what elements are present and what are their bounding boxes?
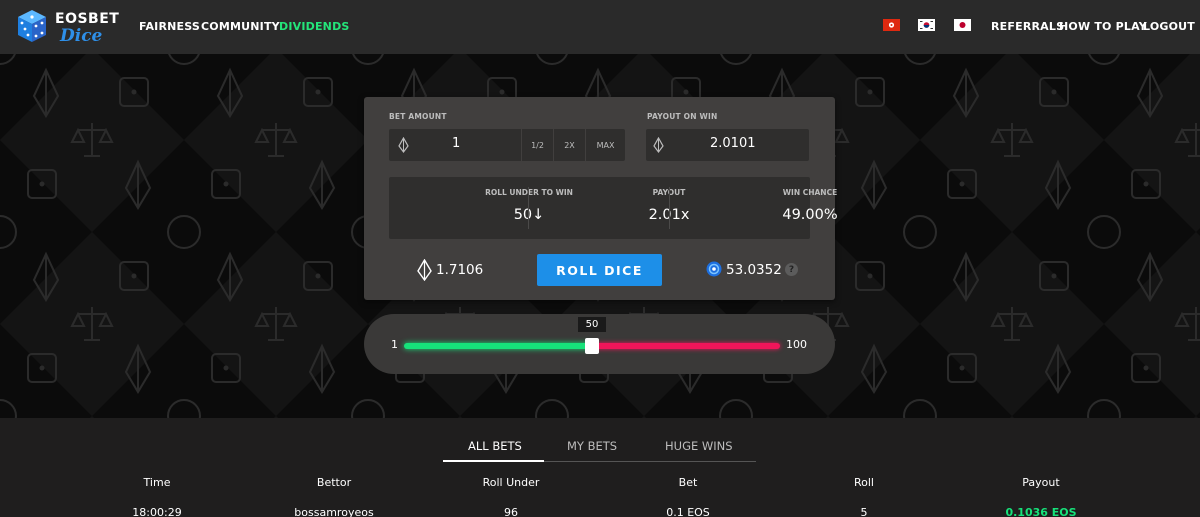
eos-balance: 1.7106 [436,262,484,278]
column-header-bet: Bet [678,476,698,489]
eos-icon [653,137,664,153]
bets-tabs: ALL BETS MY BETS HUGE WINS [443,435,756,462]
roll-under-stat[interactable]: ROLL UNDER TO WIN 50↓ [389,177,573,239]
nav-referrals[interactable]: REFERRALS [991,20,1064,33]
payout-on-win-value: 2.0101 [710,136,756,151]
win-chance-label: WIN CHANCE [782,188,838,197]
slider-min-label: 1 [391,338,398,351]
payout-on-win-label: PAYOUT ON WIN [647,112,718,121]
column-header-bettor: Bettor [316,476,352,489]
cell-bet: 0.1 EOS [666,506,710,517]
column-header-roll: Roll [854,476,874,489]
slider-handle[interactable] [585,338,599,354]
active-tab-indicator [443,460,544,462]
cell-time: 18:00:29 [132,506,182,517]
logo-subtitle: Dice [60,26,103,46]
tab-my-bets[interactable]: MY BETS [567,439,617,453]
tab-all-bets[interactable]: ALL BETS [468,439,522,453]
column-header-roll-under: Roll Under [482,476,540,489]
roll-dice-button[interactable]: ROLL DICE [537,254,662,286]
slider-value-label: 50 [578,317,606,332]
south-korea-flag-icon[interactable] [918,19,935,31]
cell-roll-under: 96 [504,506,518,517]
slider-max-label: 100 [786,338,807,351]
slider-lose-track[interactable] [592,343,780,349]
eos-icon [398,137,409,153]
japan-flag-icon[interactable] [954,19,971,31]
half-bet-button[interactable]: 1/2 [521,129,553,161]
eos-balance-icon [417,259,432,281]
tab-huge-wins[interactable]: HUGE WINS [665,439,733,453]
bets-section: ALL BETS MY BETS HUGE WINS Time Bettor R… [0,418,1200,517]
bet-stats: ROLL UNDER TO WIN 50↓ PAYOUT 2.01x WIN C… [389,177,838,239]
cell-roll: 5 [860,506,868,517]
payout-on-win-field: 2.0101 [646,129,809,161]
help-icon[interactable]: ? [785,263,798,276]
roll-slider[interactable]: 1 50 100 [364,314,835,374]
nav-dividends[interactable]: DIVIDENDS [279,20,350,33]
hong-kong-flag-icon[interactable] [883,19,900,31]
column-header-payout: Payout [1022,476,1060,489]
bet-panel: BET AMOUNT 1 1/2 2X MAX PAYOUT ON WIN 2.… [364,97,838,300]
cell-payout: 0.1036 EOS [1005,506,1077,517]
nav-fairness[interactable]: FAIRNESS [139,20,200,33]
max-bet-button[interactable]: MAX [585,129,625,161]
payout-stat: PAYOUT 2.01x [529,177,690,239]
bet-amount-field: 1 1/2 2X MAX [389,129,625,161]
logo-title: EOSBET [55,11,120,27]
bet-token-icon [706,261,722,277]
dice-logo-icon [18,10,46,42]
win-chance-stat: WIN CHANCE 49.00% [670,177,837,239]
cell-bettor[interactable]: bossamroyeos [294,506,373,517]
bet-token-balance: 53.0352 [726,262,782,278]
nav-how-to-play[interactable]: HOW TO PLAY [1059,20,1147,33]
bet-amount-input[interactable]: 1 [452,136,460,151]
nav-community[interactable]: COMMUNITY [201,20,280,33]
top-nav: EOSBET Dice FAIRNESS COMMUNITY DIVIDENDS… [0,0,1200,54]
win-chance-value: 49.00% [782,207,838,223]
nav-logout[interactable]: LOGOUT [1143,20,1195,33]
slider-win-track[interactable] [404,343,592,349]
column-header-time: Time [143,476,171,489]
double-bet-button[interactable]: 2X [553,129,585,161]
logo[interactable]: EOSBET Dice [17,9,141,47]
bet-amount-label: BET AMOUNT [389,112,447,121]
